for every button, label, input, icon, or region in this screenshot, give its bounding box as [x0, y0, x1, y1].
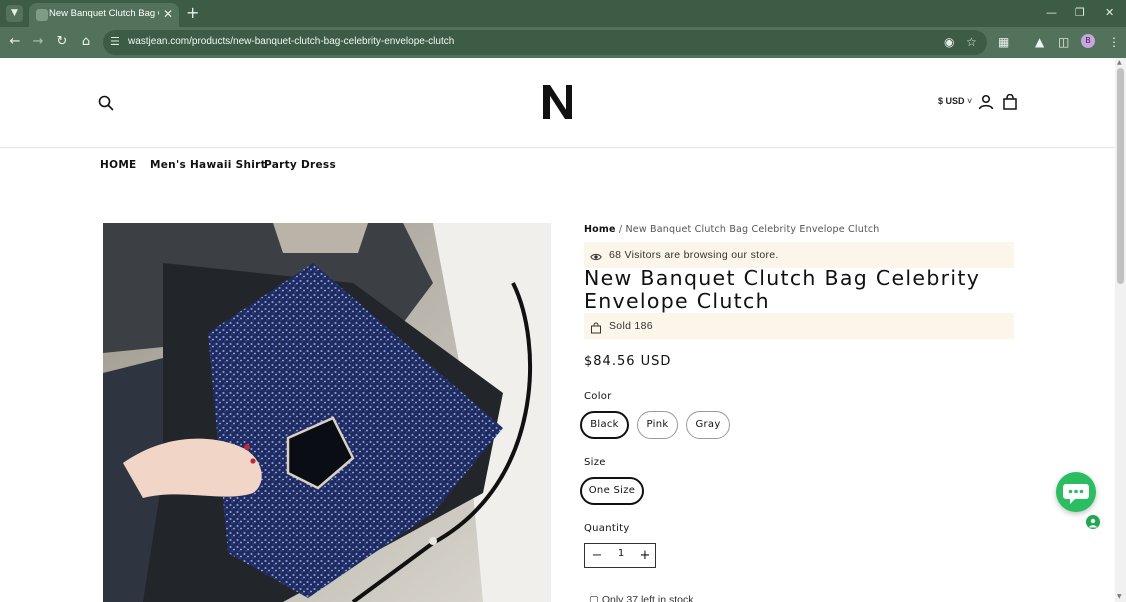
color-option-black[interactable]: Black: [580, 411, 629, 439]
browser-tab[interactable]: New Banquet Clutch Bag Celebrity Envelop…: [29, 3, 179, 27]
bag-icon: ▢: [589, 594, 599, 602]
profile-avatar[interactable]: B: [1081, 34, 1095, 48]
breadcrumb-current: New Banquet Clutch Bag Celebrity Envelop…: [625, 224, 880, 235]
site-logo[interactable]: [540, 82, 576, 122]
labs-icon[interactable]: ▲: [1035, 35, 1044, 49]
extensions-icon[interactable]: ▦: [998, 35, 1009, 49]
quantity-label: Quantity: [584, 523, 630, 534]
currency-selector[interactable]: $ USD ˅: [938, 96, 972, 106]
color-option-gray[interactable]: Gray: [686, 411, 730, 439]
breadcrumb-home[interactable]: Home: [584, 224, 616, 235]
scrollbar-thumb[interactable]: [1117, 68, 1124, 284]
size-label: Size: [584, 457, 606, 468]
product-title: New Banquet Clutch Bag Celebrity Envelop…: [584, 266, 981, 313]
nav-mens-hawaii-shirt[interactable]: Men's Hawaii Shirt: [150, 159, 266, 171]
breadcrumb: Home / New Banquet Clutch Bag Celebrity …: [584, 224, 880, 235]
chat-icon: [1063, 484, 1089, 504]
close-window-icon[interactable]: ✕: [1105, 5, 1114, 21]
quantity-stepper: − 1 +: [584, 543, 656, 568]
color-label: Color: [584, 391, 612, 402]
web-page: $ USD ˅ HOME Men's Hawaii Shirt Party Dr…: [0, 58, 1115, 602]
quantity-input[interactable]: 1: [611, 548, 631, 559]
browser-tab-bar: ▼ New Banquet Clutch Bag Celebrity Envel…: [0, 0, 1126, 27]
quantity-increase-button[interactable]: +: [637, 547, 653, 564]
header-divider: [0, 147, 1115, 148]
breadcrumb-separator: /: [618, 224, 623, 235]
tab-close-icon[interactable]: ✕: [163, 6, 173, 22]
visitors-notice: 68 Visitors are browsing our store.: [584, 242, 1014, 268]
search-icon[interactable]: [97, 94, 115, 112]
sold-notice: Sold 186: [584, 313, 1014, 339]
agent-status-icon: [1084, 513, 1102, 531]
eye-off-icon[interactable]: ◉: [944, 35, 954, 49]
currency-label: $ USD: [938, 96, 965, 106]
nav-party-dress[interactable]: Party Dress: [264, 159, 336, 171]
url-text[interactable]: wastjean.com/products/new-banquet-clutch…: [128, 36, 454, 47]
size-option-one-size[interactable]: One Size: [580, 477, 644, 505]
restore-icon[interactable]: ❐: [1075, 5, 1085, 21]
user-icon[interactable]: [978, 94, 994, 110]
home-icon[interactable]: ⌂: [77, 33, 95, 51]
forward-icon[interactable]: →: [29, 33, 47, 51]
stock-text: Only 37 left in stock: [601, 594, 694, 602]
stock-status: ▢ Only 37 left in stock: [589, 594, 693, 602]
side-panel-icon[interactable]: ◫: [1058, 35, 1069, 49]
product-image[interactable]: [103, 223, 551, 602]
nav-home[interactable]: HOME: [100, 159, 137, 171]
sold-text: Sold 186: [609, 320, 653, 332]
address-bar[interactable]: ☰ wastjean.com/products/new-banquet-clut…: [103, 30, 987, 55]
favicon-icon: [36, 9, 48, 21]
eye-icon: [590, 248, 602, 261]
tab-search-button[interactable]: ▼: [6, 5, 23, 22]
shopping-bag-icon[interactable]: [1002, 93, 1018, 110]
visitors-text: 68 Visitors are browsing our store.: [609, 249, 779, 261]
scroll-up-icon[interactable]: ▲: [1117, 59, 1122, 66]
scroll-down-icon[interactable]: ▼: [1117, 593, 1122, 600]
browser-toolbar: ← → ↻ ⌂ ☰ wastjean.com/products/new-banq…: [0, 27, 1126, 58]
page-scrollbar[interactable]: ▲ ▼: [1115, 58, 1126, 602]
color-option-pink[interactable]: Pink: [637, 411, 678, 439]
site-info-icon[interactable]: ☰: [110, 35, 120, 48]
chat-button[interactable]: [1056, 472, 1096, 512]
chevron-down-icon: ˅: [967, 96, 973, 106]
new-tab-button[interactable]: +: [186, 3, 199, 23]
reload-icon[interactable]: ↻: [53, 33, 71, 51]
menu-icon[interactable]: ⋮: [1108, 35, 1120, 49]
product-price: $84.56 USD: [584, 354, 672, 369]
back-icon[interactable]: ←: [6, 33, 24, 51]
minimize-icon[interactable]: —: [1046, 5, 1057, 21]
quantity-decrease-button[interactable]: −: [589, 547, 605, 564]
bag-icon: [590, 319, 602, 334]
bookmark-star-icon[interactable]: ☆: [966, 35, 977, 49]
tab-title: New Banquet Clutch Bag Celebrity Envelop…: [49, 8, 159, 19]
